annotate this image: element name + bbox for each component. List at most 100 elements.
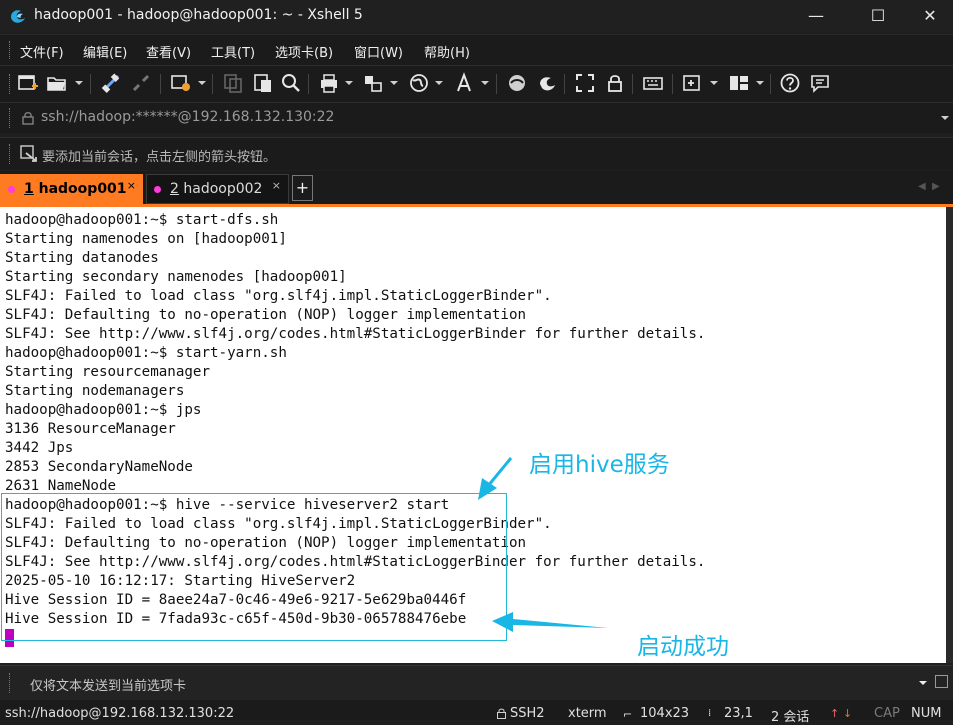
terminal-line: SLF4J: See http://www.slf4j.org/codes.ht… xyxy=(5,326,706,342)
terminal-line: SLF4J: Defaulting to no-operation (NOP) … xyxy=(5,307,527,323)
close-window-button[interactable]: ✕ xyxy=(907,0,953,32)
new-session-icon[interactable] xyxy=(17,72,39,94)
find-icon[interactable] xyxy=(280,72,302,94)
print-dropdown-arrow-icon[interactable] xyxy=(345,81,353,85)
properties-dropdown-arrow-icon[interactable] xyxy=(198,81,206,85)
send-text-bar: 仅将文本发送到当前选项卡 xyxy=(0,665,953,700)
status-num-lock: NUM xyxy=(911,706,942,721)
menu-edit[interactable]: 编辑(E) xyxy=(83,42,127,61)
open-folder-icon[interactable] xyxy=(46,72,68,94)
terminal-line: Starting datanodes xyxy=(5,250,159,266)
terminal-line: SLF4J: Failed to load class "org.slf4j.i… xyxy=(5,288,552,304)
tab-hadoop001[interactable]: 1 hadoop001 × xyxy=(0,174,143,204)
status-connection: ssh://hadoop@192.168.132.130:22 xyxy=(5,706,235,721)
globe-dropdown-arrow-icon[interactable] xyxy=(435,81,443,85)
status-position: 23,1 xyxy=(724,706,753,721)
menu-window[interactable]: 窗口(W) xyxy=(354,42,403,61)
lock-small-icon xyxy=(22,112,34,125)
close-tab-icon[interactable]: × xyxy=(272,179,281,192)
keyboard-icon[interactable] xyxy=(642,72,664,94)
xftp-icon[interactable] xyxy=(506,72,528,94)
status-download-icon: ↓ xyxy=(843,707,853,720)
new-tab-icon[interactable] xyxy=(682,72,704,94)
terminal-line: Starting secondary namenodes [hadoop001] xyxy=(5,269,347,285)
fullscreen-icon[interactable] xyxy=(574,72,596,94)
copy-icon[interactable] xyxy=(222,72,244,94)
toolbar xyxy=(0,65,953,102)
status-size-icon: ⌐ xyxy=(623,708,633,721)
toolbar-separator xyxy=(160,74,161,94)
terminal-line: 2853 SecondaryNameNode xyxy=(5,459,193,475)
status-terminal-type: xterm xyxy=(568,706,607,721)
toolbar-separator xyxy=(632,74,633,94)
help-icon[interactable] xyxy=(779,72,801,94)
hintbar-grip-icon xyxy=(9,144,12,164)
send-options-icon[interactable] xyxy=(935,675,948,688)
send-dropdown-arrow-icon[interactable] xyxy=(919,681,927,685)
paste-icon[interactable] xyxy=(252,72,274,94)
menu-tools[interactable]: 工具(T) xyxy=(211,42,255,61)
terminal-scrollbar[interactable] xyxy=(946,207,953,663)
tab-scroll-left-icon[interactable]: ◀ xyxy=(918,181,926,192)
transfer-dropdown-arrow-icon[interactable] xyxy=(390,81,398,85)
terminal-line: hadoop@hadoop001:~$ start-dfs.sh xyxy=(5,212,279,228)
layout-icon[interactable] xyxy=(728,72,750,94)
lock-icon[interactable] xyxy=(604,72,626,94)
layout-dropdown-arrow-icon[interactable] xyxy=(756,81,764,85)
status-protocol: SSH2 xyxy=(510,706,545,721)
font-dropdown-arrow-icon[interactable] xyxy=(481,81,489,85)
minimize-button[interactable]: — xyxy=(793,0,839,32)
close-tab-icon[interactable]: × xyxy=(127,179,136,192)
window-title: hadoop001 - hadoop@hadoop001: ~ - Xshell… xyxy=(34,7,363,23)
terminal-line: 3136 ResourceManager xyxy=(5,421,176,437)
terminal-line: Starting resourcemanager xyxy=(5,364,210,380)
connect-icon[interactable] xyxy=(100,72,122,94)
menu-tabs[interactable]: 选项卡(B) xyxy=(275,42,333,61)
menu-view[interactable]: 查看(V) xyxy=(146,42,191,61)
chat-icon[interactable] xyxy=(809,72,831,94)
status-bar: ssh://hadoop@192.168.132.130:22 SSH2 xte… xyxy=(0,700,953,725)
terminal-line: Starting nodemanagers xyxy=(5,383,185,399)
toolbar-separator xyxy=(496,74,497,94)
globe-icon[interactable] xyxy=(408,72,430,94)
menu-help[interactable]: 帮助(H) xyxy=(424,42,470,61)
status-sessions: 2 会话 xyxy=(771,710,810,725)
toolbar-grip-icon xyxy=(9,74,12,94)
hint-text: 要添加当前会话，点击左侧的箭头按钮。 xyxy=(42,150,277,165)
transfer-icon[interactable] xyxy=(362,72,384,94)
tab-scroll-right-icon[interactable]: ▶ xyxy=(932,181,940,192)
address-input[interactable]: ssh://hadoop:******@192.168.132.130:22 xyxy=(41,109,334,125)
add-session-arrow-icon[interactable] xyxy=(20,145,38,163)
toolbar-separator xyxy=(90,74,91,94)
toolbar-separator xyxy=(212,74,213,94)
tab-status-dot-icon xyxy=(8,186,15,193)
status-upload-icon: ↑ xyxy=(830,707,840,720)
toolbar-separator xyxy=(564,74,565,94)
annotation-started: 启动成功 xyxy=(637,634,729,660)
tab-bar: 1 hadoop001 × 2 hadoop002 × + ◀ ▶ xyxy=(0,171,953,207)
session-properties-icon[interactable] xyxy=(170,72,192,94)
status-size: 104x23 xyxy=(640,706,690,721)
disconnect-icon[interactable] xyxy=(130,72,152,94)
toolbar-separator xyxy=(770,74,771,94)
open-dropdown-arrow-icon[interactable] xyxy=(75,81,83,85)
new-tab-dropdown-arrow-icon[interactable] xyxy=(710,81,718,85)
xshell-script-icon[interactable] xyxy=(536,72,558,94)
tab-status-dot-icon xyxy=(154,186,161,193)
font-icon[interactable] xyxy=(453,72,475,94)
menu-bar: 文件(F) 编辑(E) 查看(V) 工具(T) 选项卡(B) 窗口(W) 帮助(… xyxy=(0,34,953,65)
menu-file[interactable]: 文件(F) xyxy=(20,42,64,61)
xshell-logo-icon xyxy=(11,10,25,23)
terminal-line: 2631 NameNode xyxy=(5,478,117,494)
address-dropdown-arrow-icon[interactable] xyxy=(941,116,949,120)
title-bar: hadoop001 - hadoop@hadoop001: ~ - Xshell… xyxy=(0,0,953,32)
terminal-line: hadoop@hadoop001:~$ start-yarn.sh xyxy=(5,345,287,361)
toolbar-separator xyxy=(308,74,309,94)
toolbar-separator xyxy=(672,74,673,94)
maximize-button[interactable]: ☐ xyxy=(855,0,901,32)
print-icon[interactable] xyxy=(318,72,340,94)
send-text-input[interactable]: 仅将文本发送到当前选项卡 xyxy=(30,675,186,694)
annotation-start-hive: 启用hive服务 xyxy=(529,452,670,478)
add-tab-button[interactable]: + xyxy=(292,175,313,201)
tab-hadoop002[interactable]: 2 hadoop002 × xyxy=(146,174,289,204)
